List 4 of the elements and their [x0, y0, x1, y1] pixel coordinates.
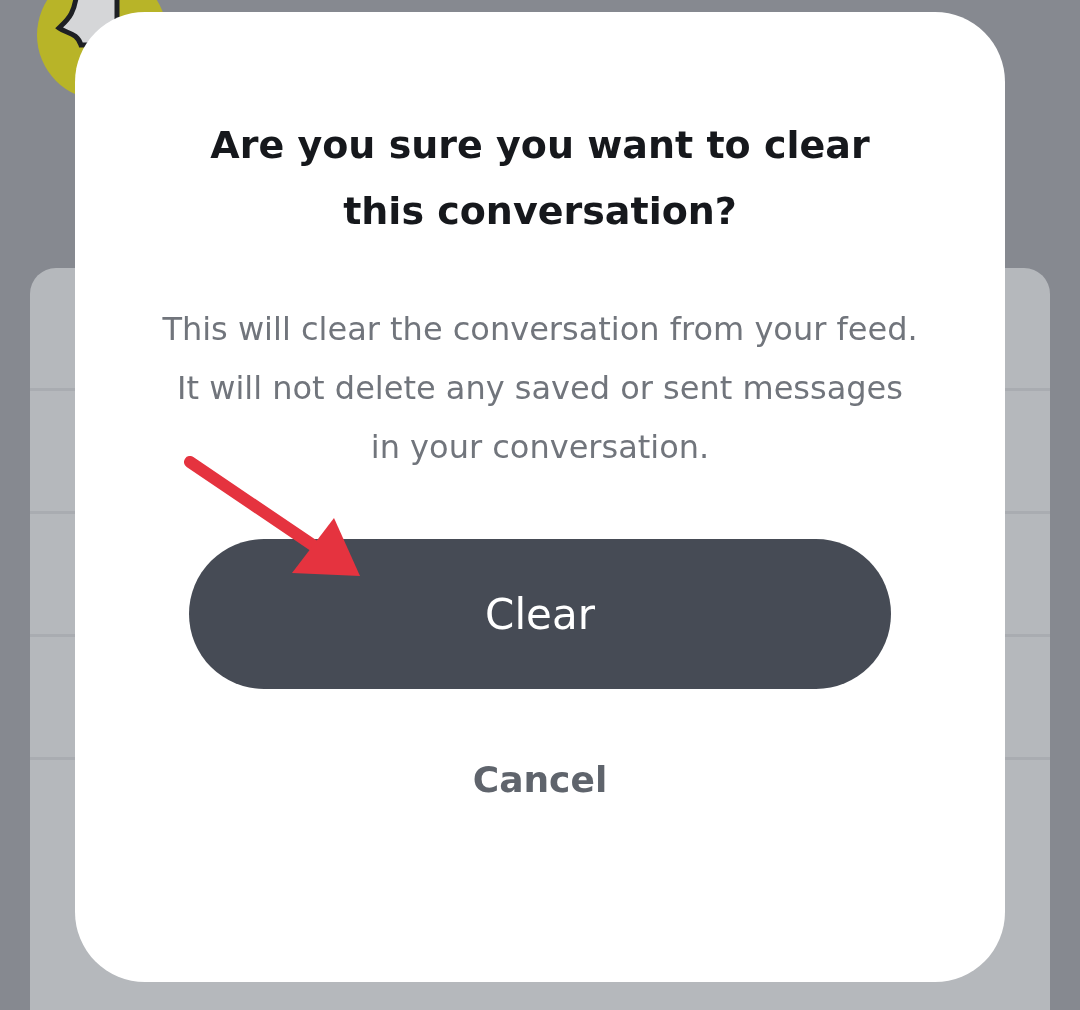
dialog-message: This will clear the conversation from your feed. It will not delete any saved or sent messages in your conversation. [161, 309, 919, 468]
clear-button[interactable]: Clear [189, 539, 891, 689]
dialog-title: Are you sure you want to clear this conversation? [209, 122, 871, 235]
cancel-button[interactable]: Cancel [452, 749, 628, 810]
